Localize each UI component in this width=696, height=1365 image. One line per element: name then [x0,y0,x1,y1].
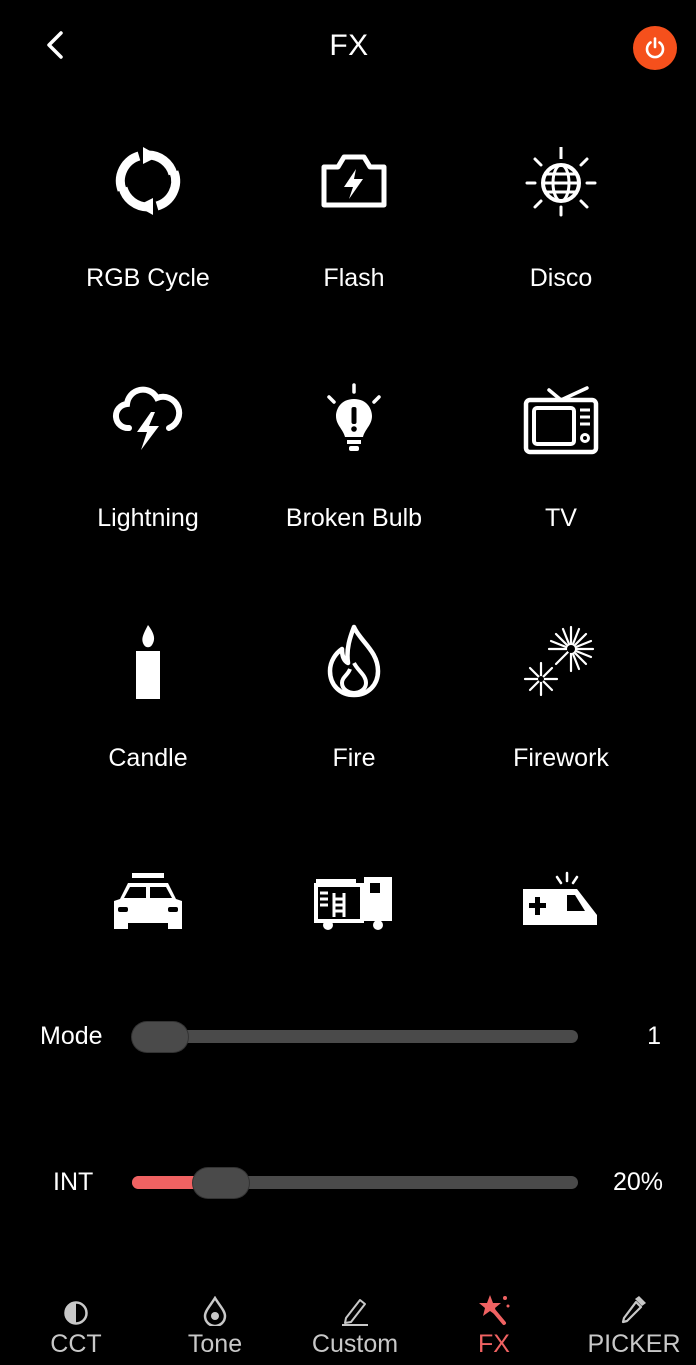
nav-label: Tone [187,1330,243,1358]
tv-icon [523,386,599,455]
nav-item-cct[interactable]: CCT [21,1292,131,1365]
ambulance-icon [523,871,597,925]
nav-item-tone[interactable]: Tone [160,1292,270,1365]
effect-label: Disco [529,264,593,292]
fire-icon [327,624,381,698]
effect-label: Flash [323,264,385,292]
fx-screen: FX RGB Cycle Flash Disco Lightning Broke… [9,7,689,1365]
fire-truck-icon [314,877,392,930]
power-icon [645,37,665,59]
int-slider-thumb[interactable] [193,1168,250,1198]
int-label: INT [53,1168,94,1196]
mode-value: 1 [647,1022,661,1050]
disco-ball-icon [525,147,597,217]
candle-icon [136,625,160,699]
lightning-cloud-icon [113,386,183,450]
broken-bulb-icon [327,383,381,451]
effect-rgb-cycle[interactable]: RGB Cycle [45,141,251,341]
nav-label: PICKER [587,1330,681,1358]
effect-label: RGB Cycle [86,264,210,292]
effect-label: Lightning [97,504,199,532]
mode-slider[interactable] [132,1022,578,1052]
mode-slider-thumb[interactable] [132,1022,188,1052]
int-slider[interactable] [132,1168,578,1198]
effect-lightning[interactable]: Lightning [45,381,251,581]
effect-label: Fire [332,744,376,772]
police-car-icon [114,873,182,929]
effect-tv[interactable]: TV [458,381,664,581]
int-slider-row: INT 20% [9,1152,689,1212]
power-button[interactable] [633,26,677,70]
mode-label: Mode [40,1022,103,1050]
effect-label: Broken Bulb [285,504,423,532]
eyedropper-icon [621,1296,646,1324]
mode-slider-row: Mode 1 [9,1006,689,1066]
cct-half-circle-icon [64,1301,88,1325]
magic-wand-icon [479,1295,510,1325]
effect-candle[interactable]: Candle [45,621,251,821]
rgb-cycle-icon [115,147,181,215]
page-title: FX [329,29,369,62]
effect-flash[interactable]: Flash [251,141,457,341]
effect-label: Candle [108,744,188,772]
nav-item-picker[interactable]: PICKER [579,1292,689,1365]
nav-label: FX [478,1330,510,1358]
effect-label: TV [545,504,577,532]
effect-label: Firework [513,744,609,772]
firework-icon [523,625,595,697]
nav-label: CCT [50,1330,102,1358]
drop-icon [203,1296,227,1326]
flash-icon [321,154,387,208]
nav-label: Custom [311,1330,399,1358]
pencil-icon [342,1299,368,1326]
header: FX [9,7,689,87]
effect-disco[interactable]: Disco [458,141,664,341]
nav-item-fx[interactable]: FX [439,1292,549,1365]
nav-item-custom[interactable]: Custom [300,1292,410,1365]
effect-broken-bulb[interactable]: Broken Bulb [251,381,457,581]
effect-firework[interactable]: Firework [458,621,664,821]
bottom-nav: CCT Tone Custom FX PICKER [9,1292,689,1365]
int-value: 20% [612,1168,663,1196]
effect-fire[interactable]: Fire [251,621,457,821]
